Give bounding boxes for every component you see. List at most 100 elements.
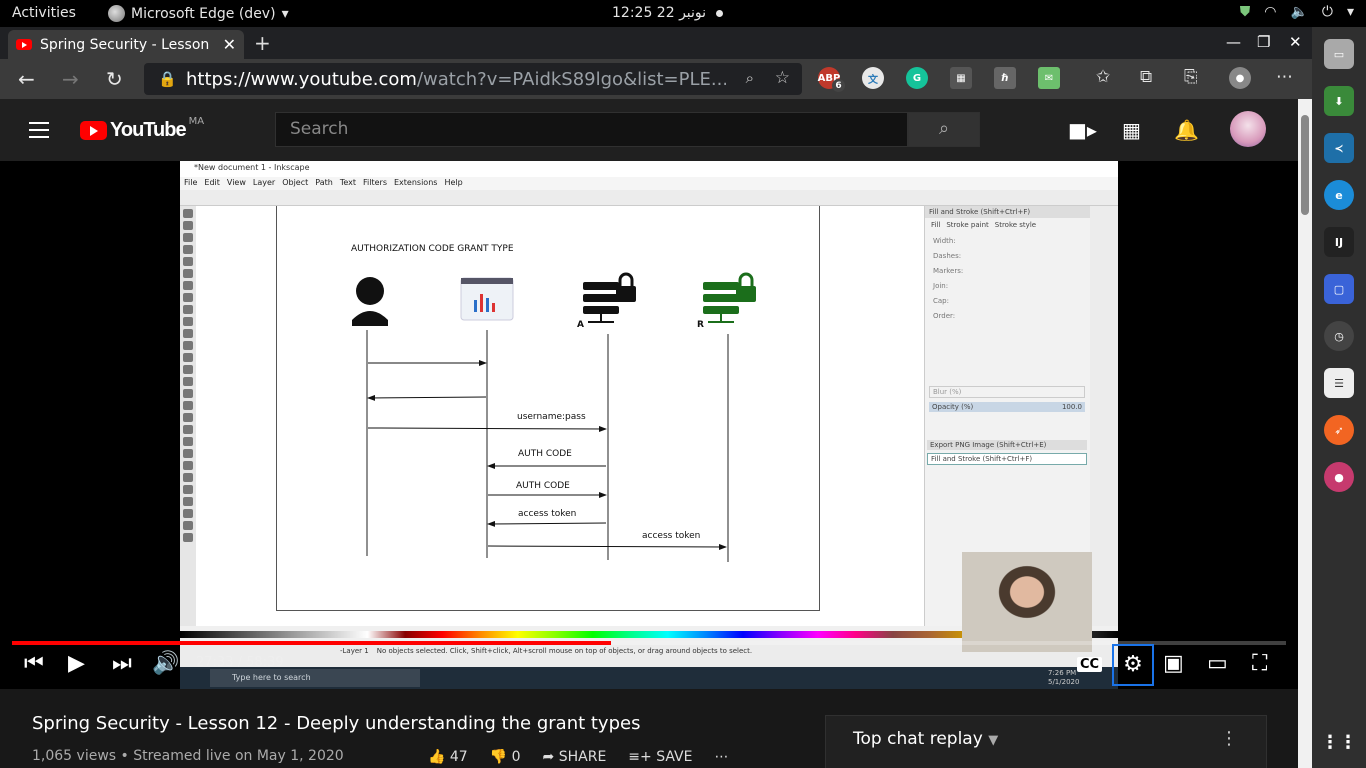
firefox-icon[interactable]: ● <box>1324 462 1354 492</box>
activities-button[interactable]: Activities <box>12 5 76 21</box>
previous-icon[interactable]: ⏮ <box>24 651 44 676</box>
more-vertical-icon[interactable]: ⋮ <box>1220 728 1238 749</box>
vscode-icon[interactable]: ≺ <box>1324 133 1354 163</box>
chevron-down-icon[interactable]: ▾ <box>1347 4 1354 20</box>
search-input[interactable]: Search <box>275 112 908 147</box>
power-icon[interactable]: ⏻ <box>1322 4 1333 20</box>
favorites-icon[interactable]: ✩ <box>1096 67 1110 87</box>
chevron-down-icon: ▾ <box>281 5 289 22</box>
progress-bar[interactable] <box>12 641 1286 645</box>
share-button[interactable]: ➦ SHARE <box>543 749 607 765</box>
video-actions: 👍 47 👎 0 ➦ SHARE ≡+ SAVE ⋯ <box>428 749 728 765</box>
apps-icon[interactable]: ▦ <box>1122 118 1141 142</box>
search-icon: ⌕ <box>938 118 950 139</box>
grammarly-extension-icon[interactable]: G <box>906 67 928 89</box>
miniplayer-icon[interactable]: ▣ <box>1163 651 1184 676</box>
windows-search: Type here to search <box>210 669 420 687</box>
inkscape-menu-item: Path <box>315 178 333 187</box>
volume-icon[interactable]: 🔊 <box>152 651 179 676</box>
close-tab-icon[interactable]: ✕ <box>223 35 236 54</box>
collections-icon[interactable]: ⧉ <box>1140 67 1152 87</box>
menu-icon[interactable] <box>29 122 49 143</box>
chat-replay-box[interactable]: Top chat replay ▼ ⋮ <box>825 715 1267 768</box>
forward-icon[interactable]: → <box>62 67 79 91</box>
create-video-icon[interactable]: ■▸ <box>1068 118 1097 142</box>
edge-dev-icon[interactable]: e <box>1324 180 1354 210</box>
theater-mode-icon[interactable]: ▭ <box>1207 651 1228 676</box>
more-icon[interactable]: ⋯ <box>1276 67 1293 87</box>
intellij-icon[interactable]: IJ <box>1324 227 1354 257</box>
play-icon[interactable]: ▶ <box>68 651 85 676</box>
fullscreen-icon[interactable]: ⛶ <box>1252 651 1267 676</box>
more-actions-icon[interactable]: ⋯ <box>714 749 728 765</box>
panel-row: Join: <box>933 282 949 290</box>
app-menu-label: Microsoft Edge (dev) <box>131 5 276 22</box>
shield-icon[interactable]: ⛊ <box>1240 4 1251 20</box>
new-tab-icon[interactable]: + <box>254 31 271 55</box>
clock[interactable]: 12:25 نونبر 22 <box>612 5 706 21</box>
minimize-icon[interactable]: — <box>1226 33 1241 51</box>
search-button[interactable]: ⌕ <box>908 112 980 147</box>
lock-icon[interactable]: 🔒 <box>158 70 186 88</box>
tab-youtube[interactable]: Spring Security - Lesson 1 ✕ <box>8 30 244 59</box>
page-scrollbar[interactable] <box>1298 99 1312 768</box>
app-menu[interactable]: Microsoft Edge (dev) ▾ <box>108 5 289 22</box>
document-viewer-icon[interactable]: ☰ <box>1324 368 1354 398</box>
extension-icon[interactable]: ▦ <box>950 67 972 89</box>
system-tray[interactable]: ⛊ ◠ 🔈 ⏻ ▾ <box>1240 4 1354 20</box>
avatar[interactable] <box>1230 111 1266 147</box>
video-player[interactable]: *New document 1 - Inkscape File Edit Vie… <box>0 161 1298 689</box>
show-apps-icon[interactable]: ⋮⋮ <box>1321 727 1357 757</box>
postman-icon[interactable]: ➶ <box>1324 415 1354 445</box>
restore-icon[interactable]: ❐ <box>1257 33 1270 51</box>
download-icon[interactable]: ⬇ <box>1324 86 1354 116</box>
feedback-icon[interactable]: ⎘ <box>1184 67 1198 87</box>
save-button[interactable]: ≡+ SAVE <box>628 749 692 765</box>
close-window-icon[interactable]: ✕ <box>1289 33 1302 51</box>
inkscape-menu: File Edit View Layer Object Path Text Fi… <box>180 177 1118 190</box>
blur-field: Blur (%) <box>929 386 1085 398</box>
arrow-label: access token <box>642 531 701 541</box>
arrow-label: username:pass <box>517 412 586 422</box>
like-button[interactable]: 👍 47 <box>428 749 468 765</box>
progress-played <box>12 641 611 645</box>
screenshot-icon[interactable]: ▢ <box>1324 274 1354 304</box>
panel-tab: Stroke style <box>994 221 1037 229</box>
translate-extension-icon[interactable]: 文 <box>862 67 884 89</box>
extension-icon[interactable]: ℏ <box>994 67 1016 89</box>
adblock-badge: 6 <box>832 79 845 92</box>
inkscape-menu-item: Edit <box>204 178 220 187</box>
next-icon[interactable]: ⏭ <box>112 651 132 676</box>
inkscape-menu-item: File <box>184 178 198 187</box>
scrollbar-thumb[interactable] <box>1301 115 1309 215</box>
panel-tab: Stroke paint <box>946 221 989 229</box>
address-bar[interactable]: 🔒 https://www.youtube.com/watch?v=PAidkS… <box>144 63 802 95</box>
arrow-label: AUTH CODE <box>516 481 570 491</box>
youtube-logo[interactable]: YouTube MA <box>80 116 204 142</box>
label-r: R <box>697 320 704 330</box>
captions-icon[interactable]: CC <box>1077 657 1103 672</box>
settings-gear-icon[interactable]: ⚙ <box>1112 644 1154 686</box>
wifi-icon[interactable]: ◠ <box>1264 4 1276 20</box>
zoom-icon[interactable]: ⌕ <box>746 69 754 87</box>
notifications-bell-icon[interactable]: 🔔 <box>1174 118 1199 142</box>
browser-window: Spring Security - Lesson 1 ✕ + — ❐ ✕ ← →… <box>0 27 1312 768</box>
clock-app-icon[interactable]: ◷ <box>1324 321 1354 351</box>
back-icon[interactable]: ← <box>18 67 35 91</box>
client-app-icon <box>460 277 514 321</box>
mail-extension-icon[interactable]: ✉ <box>1038 67 1060 89</box>
chat-replay-selector[interactable]: Top chat replay ▼ <box>853 729 998 749</box>
tab-title: Spring Security - Lesson 1 <box>40 36 215 53</box>
user-icon <box>352 277 388 326</box>
files-icon[interactable]: ▭ <box>1324 39 1354 69</box>
refresh-icon[interactable]: ↻ <box>106 67 123 91</box>
url-text[interactable]: https://www.youtube.com/watch?v=PAidkS89… <box>186 69 726 90</box>
panel-row: Width: <box>933 237 956 245</box>
profile-icon[interactable]: ● <box>1229 67 1251 89</box>
windows-taskbar: Type here to search 7:26 PM 5/1/2020 <box>180 667 1118 689</box>
youtube-page: YouTube MA Search ⌕ ■▸ ▦ 🔔 *New document… <box>0 99 1298 768</box>
video-title: Spring Security - Lesson 12 - Deeply und… <box>32 713 641 734</box>
dislike-button[interactable]: 👎 0 <box>490 749 521 765</box>
volume-icon[interactable]: 🔈 <box>1290 4 1307 20</box>
favorite-star-icon[interactable]: ☆ <box>775 68 790 88</box>
